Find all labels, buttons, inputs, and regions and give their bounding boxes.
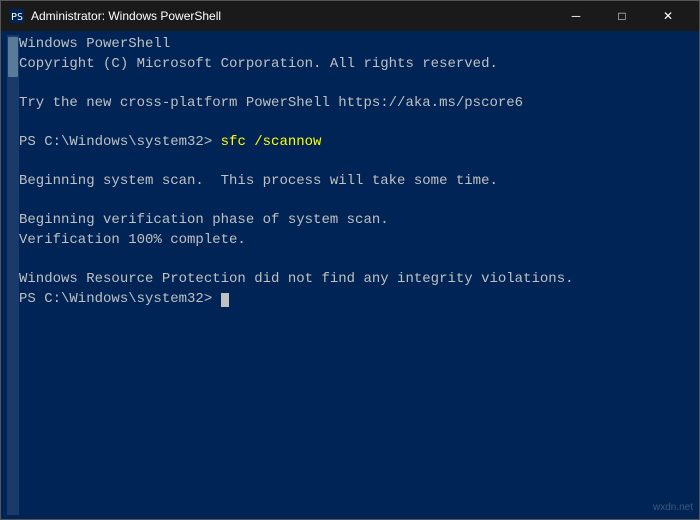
console-area[interactable]: Windows PowerShell Copyright (C) Microso… [1,31,699,519]
svg-text:PS: PS [11,12,23,23]
scrollbar[interactable] [7,35,19,515]
line-6: PS C:\Windows\system32> sfc /scannow [19,133,693,153]
title-bar-left: PS Administrator: Windows PowerShell [9,8,221,24]
watermark: wxdn.net [653,501,693,515]
line-5 [19,113,693,133]
window-title: Administrator: Windows PowerShell [31,9,221,23]
prompt-2: PS C:\Windows\system32> [19,291,221,307]
close-button[interactable]: ✕ [645,1,691,31]
powershell-icon: PS [9,8,25,24]
window-frame: PS Administrator: Windows PowerShell ─ □… [0,0,700,520]
minimize-button[interactable]: ─ [553,1,599,31]
line-3 [19,74,693,94]
line-8: Beginning system scan. This process will… [19,172,693,192]
cursor [221,293,229,307]
line-9 [19,192,693,212]
line-14: PS C:\Windows\system32> [19,290,693,310]
title-bar: PS Administrator: Windows PowerShell ─ □… [1,1,699,31]
line-1: Windows PowerShell [19,35,693,55]
window-controls: ─ □ ✕ [553,1,691,31]
maximize-button[interactable]: □ [599,1,645,31]
console-content: Windows PowerShell Copyright (C) Microso… [19,35,693,515]
scrollbar-thumb[interactable] [8,37,18,77]
line-7 [19,153,693,173]
line-10: Beginning verification phase of system s… [19,211,693,231]
line-12 [19,251,693,271]
command-1: sfc /scannow [221,134,322,150]
line-13: Windows Resource Protection did not find… [19,270,693,290]
line-2: Copyright (C) Microsoft Corporation. All… [19,55,693,75]
line-4: Try the new cross-platform PowerShell ht… [19,94,693,114]
line-11: Verification 100% complete. [19,231,693,251]
prompt-1: PS C:\Windows\system32> [19,134,221,150]
